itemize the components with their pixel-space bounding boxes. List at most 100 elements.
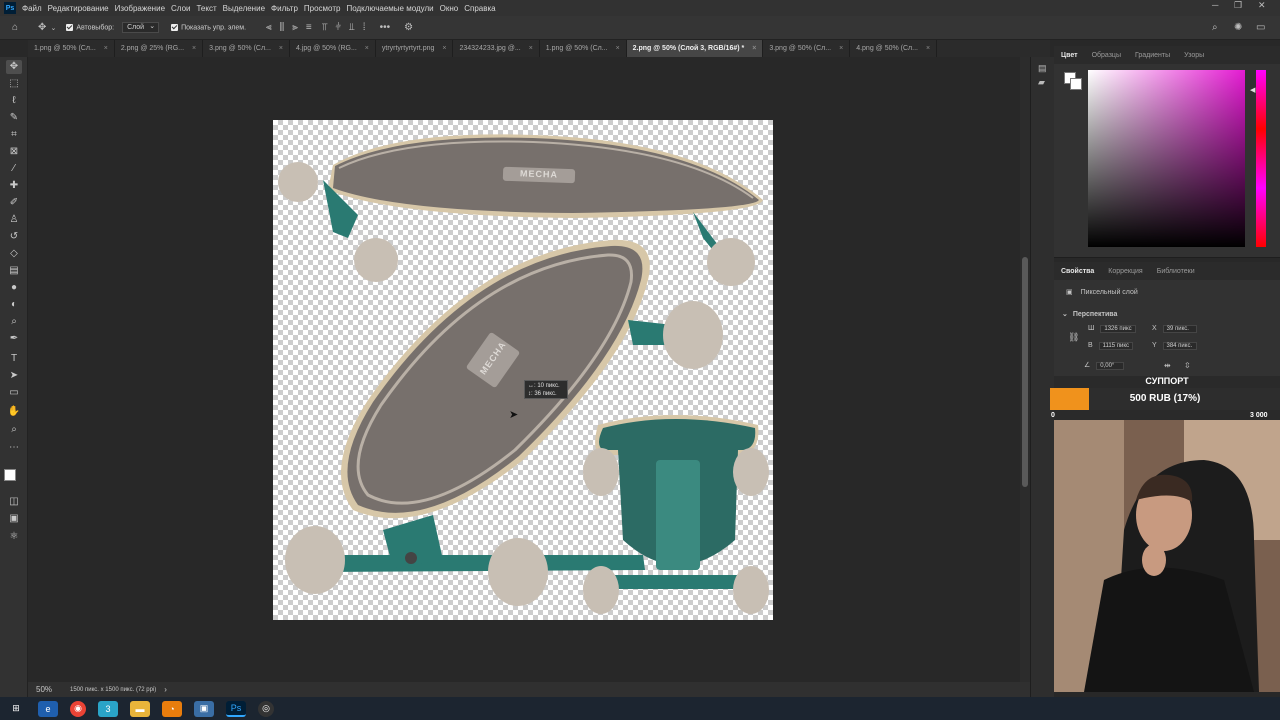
close-tab-icon[interactable]: × [365,45,369,52]
chevron-right-icon[interactable]: › [164,685,167,694]
tab-3[interactable]: 3.png @ 50% (Сл... × [203,40,290,57]
zoom-level[interactable]: 50% [36,685,66,694]
close-tab-icon[interactable]: × [192,45,196,52]
align-bottom-icon[interactable]: ⫫ [349,22,355,33]
foreground-color-swatch[interactable] [4,469,16,481]
show-controls-checkbox[interactable]: Показать упр. элем. [171,23,246,31]
search-icon[interactable]: ⌕ [1212,22,1218,33]
image-viewer-icon[interactable]: ▣ [194,700,214,717]
tab-color[interactable]: Цвет [1054,52,1085,59]
hue-marker-icon[interactable]: ◀ [1250,86,1255,94]
close-tab-icon[interactable]: × [926,45,930,52]
x-field[interactable]: 39 пикс. [1162,325,1197,333]
chevron-down-icon[interactable]: ⌄ [50,24,56,32]
tab-libraries[interactable]: Библиотеки [1150,268,1202,275]
menu-filter[interactable]: Фильтр [271,4,298,13]
zoom-lens-icon[interactable]: ⌕ [6,315,22,329]
blur-tool-icon[interactable]: ● [6,281,22,295]
menu-help[interactable]: Справка [464,4,495,13]
windows-start-icon[interactable]: ⊞ [6,701,26,717]
vertical-scrollbar[interactable] [1020,57,1030,682]
photoshop-taskbar-icon[interactable]: Ps [226,700,246,717]
tab-4[interactable]: 4.jpg @ 50% (RG... × [290,40,376,57]
minimize-icon[interactable]: ─ [1212,0,1218,10]
edge-icon[interactable]: e [38,700,58,717]
menu-window[interactable]: Окно [440,4,459,13]
close-tab-icon[interactable]: × [104,45,108,52]
close-tab-icon[interactable]: × [839,45,843,52]
healing-tool-icon[interactable]: ✚ [6,179,22,193]
rectangle-tool-icon[interactable]: ▭ [6,386,22,400]
tab-patterns[interactable]: Узоры [1177,52,1211,59]
screen-mode-icon[interactable]: ▣ [6,512,22,526]
angle-field[interactable]: 0,00° [1096,362,1125,370]
home-icon[interactable]: ⌂ [12,22,18,33]
chevron-down-icon[interactable]: ⌄ [1062,311,1068,318]
zoom-tool-icon[interactable]: ⌕ [6,423,22,437]
menu-select[interactable]: Выделение [223,4,265,13]
move-tool-icon[interactable]: ✥ [38,22,46,33]
tab-1[interactable]: 1.png @ 50% (Сл... × [28,40,115,57]
autoselect-checkbox[interactable]: Автовыбор: [66,23,114,31]
type-tool-icon[interactable]: T [6,352,22,366]
align-middle-icon[interactable]: ⫩ [335,22,341,33]
move-tool-icon[interactable]: ✥ [6,60,22,74]
close-tab-icon[interactable]: × [279,45,283,52]
menu-view[interactable]: Просмотр [304,4,341,13]
pen-tool-icon[interactable]: ✒ [6,332,22,346]
y-field[interactable]: 384 пикс. [1162,342,1197,350]
tab-adjustments[interactable]: Коррекция [1101,268,1149,275]
menu-file[interactable]: Файл [22,4,42,13]
width-field[interactable]: 1326 пикс [1100,325,1136,333]
comment-icon[interactable]: ▰ [1038,77,1045,88]
align-center-icon[interactable]: ⫼ [280,22,285,33]
close-tab-icon[interactable]: × [442,45,446,52]
autoselect-dropdown[interactable]: Слой [122,22,160,33]
marquee-tool-icon[interactable]: ⬚ [6,77,22,91]
dodge-tool-icon[interactable]: ◐ [6,298,22,312]
restore-icon[interactable]: ❐ [1234,0,1242,11]
tab-properties[interactable]: Свойства [1054,268,1101,275]
tab-gradients[interactable]: Градиенты [1128,52,1177,59]
document-canvas[interactable]: MECHA MECHA [273,120,773,620]
menu-text[interactable]: Текст [196,4,216,13]
hand-tool-icon[interactable]: ✋ [6,405,22,419]
crop-tool-icon[interactable]: ⌗ [6,128,22,142]
tab-2[interactable]: 2.png @ 25% (RG... × [115,40,204,57]
align-right-icon[interactable]: ⫸ [292,22,298,33]
light-icon[interactable]: ✺ [1234,22,1242,33]
menu-edit[interactable]: Редактирование [48,4,109,13]
quick-select-tool-icon[interactable]: ✎ [6,111,22,125]
hue-slider[interactable] [1256,70,1266,247]
close-tab-icon[interactable]: × [529,45,533,52]
gear-icon[interactable]: ⚙ [404,22,413,33]
eyedropper-tool-icon[interactable]: ⁄ [6,162,22,176]
lasso-tool-icon[interactable]: ℓ [6,94,22,108]
eraser-tool-icon[interactable]: ◇ [6,247,22,261]
menu-image[interactable]: Изображение [115,4,165,13]
link-icon[interactable]: ⛓ [1068,332,1079,343]
align-left-icon[interactable]: ⫷ [266,22,272,33]
history-icon[interactable]: ▤ [1038,63,1047,74]
tab-swatches[interactable]: Образцы [1085,52,1128,59]
quick-mask-icon[interactable]: ◫ [6,495,22,509]
flip-horizontal-icon[interactable]: ⇹ [1164,361,1171,370]
color-field[interactable] [1088,70,1245,247]
more-icon[interactable]: ••• [380,22,391,33]
path-select-icon[interactable]: ➤ [6,369,22,383]
align-top-icon[interactable]: ⫪ [322,22,328,33]
gradient-tool-icon[interactable]: ▤ [6,264,22,278]
workspace-icon[interactable]: ▭ [1256,22,1265,33]
close-tab-icon[interactable]: × [752,45,756,52]
tab-7[interactable]: 1.png @ 50% (Сл... × [540,40,627,57]
menu-layers[interactable]: Слои [171,4,190,13]
scroll-thumb[interactable] [1022,257,1028,487]
close-tab-icon[interactable]: × [616,45,620,52]
tab-8-active[interactable]: 2.png @ 50% (Слой 3, RGB/16#) * × [626,40,764,57]
chrome-icon[interactable]: ◉ [70,700,86,717]
perspective-section[interactable]: ⌄ Перспектива [1062,310,1117,318]
tab-6[interactable]: 234324233.jpg @... × [453,40,540,57]
height-field[interactable]: 1115 пикс [1098,342,1134,350]
distribute-vertical-icon[interactable]: ⁞ [363,22,366,33]
brush-tool-icon[interactable]: ✐ [6,196,22,210]
